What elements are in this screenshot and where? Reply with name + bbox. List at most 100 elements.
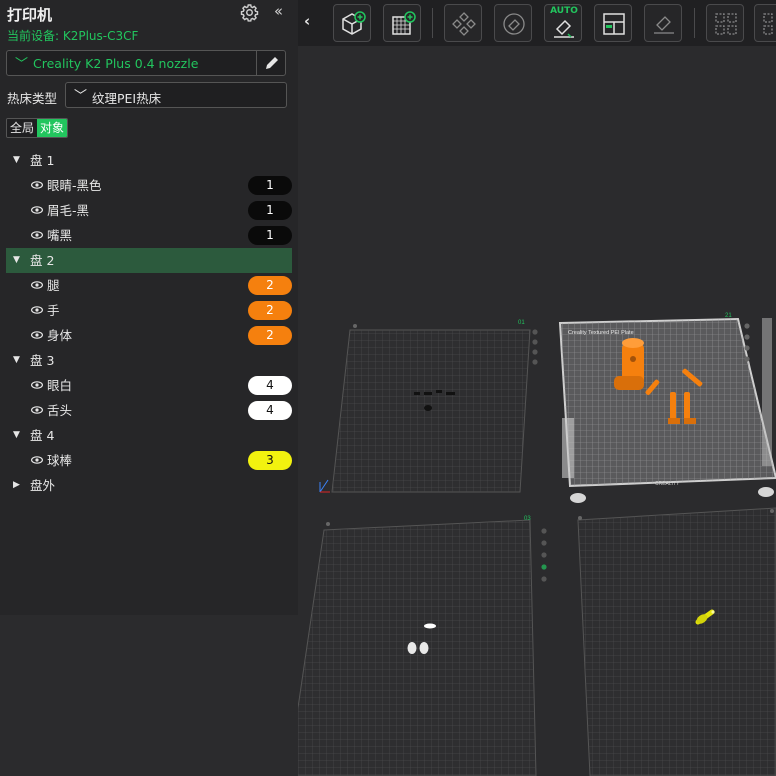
gear-icon[interactable] bbox=[240, 3, 259, 22]
plate-handle-icon bbox=[353, 324, 357, 328]
filament-badge[interactable]: 3 bbox=[248, 451, 292, 470]
auto-support-icon bbox=[554, 19, 574, 38]
collapse-panel-icon[interactable]: ‹‹ bbox=[274, 2, 283, 20]
eye-icon[interactable] bbox=[31, 231, 43, 239]
object-label: 眼白 bbox=[47, 378, 73, 393]
3d-viewport[interactable]: 01 Creality Textured PEI Plate CREALITY bbox=[298, 46, 776, 776]
collapsed-arrow-icon[interactable]: ▶ bbox=[13, 473, 20, 498]
split-button[interactable] bbox=[706, 4, 744, 42]
filament-badge[interactable]: 1 bbox=[248, 226, 292, 245]
tree-object[interactable]: 嘴黑 1 bbox=[6, 223, 292, 248]
tree-object[interactable]: 眼睛-黑色 1 bbox=[6, 173, 292, 198]
eraser-icon bbox=[654, 16, 674, 34]
tree-object[interactable]: 舌头 4 bbox=[6, 398, 292, 423]
bed-brand-text: Creality Textured PEI Plate bbox=[568, 330, 634, 336]
add-cube-icon bbox=[342, 11, 366, 35]
edit-printer-button[interactable] bbox=[256, 51, 285, 75]
add-object-button[interactable] bbox=[333, 4, 371, 42]
eye-icon[interactable] bbox=[31, 456, 43, 464]
tab-global[interactable]: 全局 bbox=[7, 119, 38, 137]
plate-handle-icon bbox=[578, 516, 582, 520]
plate-settings-button[interactable] bbox=[594, 4, 632, 42]
printer-select-value: Creality K2 Plus 0.4 nozzle bbox=[33, 56, 199, 71]
printer-panel: 打印机 ‹‹ 当前设备: K2Plus-C3CF ﹀ Creality K2 P… bbox=[0, 0, 298, 615]
tree-object[interactable]: 手 2 bbox=[6, 298, 292, 323]
expand-panel-icon[interactable]: ‹ bbox=[304, 12, 310, 30]
split-parts-icon bbox=[763, 13, 773, 35]
object-label: 眉毛-黑 bbox=[47, 203, 90, 218]
object-label: 腿 bbox=[47, 278, 60, 293]
eye-icon[interactable] bbox=[31, 181, 43, 189]
tree-object[interactable]: 身体 2 bbox=[6, 323, 292, 348]
bed-type-label: 热床类型 bbox=[7, 91, 58, 106]
filament-badge[interactable]: 4 bbox=[248, 376, 292, 395]
panel-title: 打印机 bbox=[7, 6, 53, 24]
tree-object[interactable]: 眉毛-黑 1 bbox=[6, 198, 292, 223]
printer-feet bbox=[570, 487, 774, 503]
filament-badge[interactable]: 1 bbox=[248, 176, 292, 195]
tree-plate-4[interactable]: ▼ 盘 4 bbox=[6, 423, 292, 448]
plate-number-label: 03 bbox=[524, 516, 531, 522]
object-tree: ▼ 盘 1 眼睛-黑色 1 眉毛-黑 1 嘴黑 1 ▼ 盘 2 腿 2 手 2 … bbox=[6, 148, 292, 498]
erase-button[interactable] bbox=[644, 4, 682, 42]
pencil-icon bbox=[266, 57, 278, 69]
split-objects-icon bbox=[715, 13, 737, 35]
orient-button[interactable] bbox=[494, 4, 532, 42]
expand-arrow-icon[interactable]: ▼ bbox=[13, 348, 20, 373]
expand-arrow-icon[interactable]: ▼ bbox=[13, 423, 20, 448]
arrange-icon bbox=[452, 12, 476, 36]
eye-icon[interactable] bbox=[31, 331, 43, 339]
tree-object[interactable]: 球棒 3 bbox=[6, 448, 292, 473]
current-device: 当前设备: K2Plus-C3CF bbox=[7, 29, 139, 43]
bed-logo-text: CREALITY bbox=[655, 481, 680, 487]
tree-object[interactable]: 腿 2 bbox=[6, 273, 292, 298]
plate-label: 盘 2 bbox=[30, 253, 55, 268]
top-toolbar: ‹ AUTO bbox=[298, 0, 776, 46]
tab-object[interactable]: 对象 bbox=[37, 119, 68, 137]
auto-support-button[interactable]: AUTO bbox=[544, 4, 582, 42]
object-label: 嘴黑 bbox=[47, 228, 73, 243]
filament-badge[interactable]: 2 bbox=[248, 301, 292, 320]
eye-icon[interactable] bbox=[31, 306, 43, 314]
scope-toggle: 全局 对象 bbox=[6, 118, 69, 138]
build-plate-4[interactable] bbox=[577, 507, 776, 776]
eye-icon[interactable] bbox=[31, 406, 43, 414]
bed-type-select[interactable]: ﹀ 纹理PEI热床 bbox=[65, 82, 287, 108]
plate-number-label: 01 bbox=[518, 320, 525, 326]
expand-arrow-icon[interactable]: ▼ bbox=[13, 148, 20, 173]
filament-badge[interactable]: 2 bbox=[248, 276, 292, 295]
eye-icon[interactable] bbox=[31, 206, 43, 214]
tree-outside-plate[interactable]: ▶ 盘外 bbox=[6, 473, 292, 498]
filament-badge[interactable]: 4 bbox=[248, 401, 292, 420]
split-parts-button[interactable] bbox=[754, 4, 776, 42]
build-plate-3[interactable]: 03 bbox=[298, 516, 547, 776]
tree-plate-1[interactable]: ▼ 盘 1 bbox=[6, 148, 292, 173]
printer-select[interactable]: ﹀ Creality K2 Plus 0.4 nozzle bbox=[6, 50, 286, 76]
plate-label: 盘 3 bbox=[30, 353, 55, 368]
add-plate-button[interactable] bbox=[383, 4, 421, 42]
plate-number-label: 21 bbox=[725, 313, 732, 319]
toolbar-divider bbox=[432, 8, 433, 38]
add-plate-icon bbox=[392, 11, 416, 35]
tree-plate-2[interactable]: ▼ 盘 2 bbox=[6, 248, 292, 273]
plate-label: 盘外 bbox=[30, 478, 56, 493]
tree-plate-3[interactable]: ▼ 盘 3 bbox=[6, 348, 292, 373]
plate-side-buttons[interactable] bbox=[532, 329, 538, 365]
plate-scene[interactable]: 01 Creality Textured PEI Plate CREALITY bbox=[298, 46, 776, 776]
filament-badge[interactable]: 1 bbox=[248, 201, 292, 220]
tree-object[interactable]: 眼白 4 bbox=[6, 373, 292, 398]
chevron-down-icon: ﹀ bbox=[15, 57, 29, 72]
object-label: 舌头 bbox=[47, 403, 73, 418]
arrange-button[interactable] bbox=[444, 4, 482, 42]
eye-icon[interactable] bbox=[31, 381, 43, 389]
bed-type-value: 纹理PEI热床 bbox=[92, 91, 162, 106]
chevron-down-icon: ﹀ bbox=[74, 89, 88, 104]
eye-icon[interactable] bbox=[31, 281, 43, 289]
filament-badge[interactable]: 2 bbox=[248, 326, 292, 345]
build-plate-2[interactable]: Creality Textured PEI Plate CREALITY 21 bbox=[558, 313, 776, 503]
build-plate-1[interactable]: 01 bbox=[319, 320, 538, 493]
expand-arrow-icon[interactable]: ▼ bbox=[13, 248, 20, 273]
plate-side-buttons[interactable] bbox=[541, 528, 547, 582]
object-label: 眼睛-黑色 bbox=[47, 178, 102, 193]
object-label: 手 bbox=[47, 303, 60, 318]
